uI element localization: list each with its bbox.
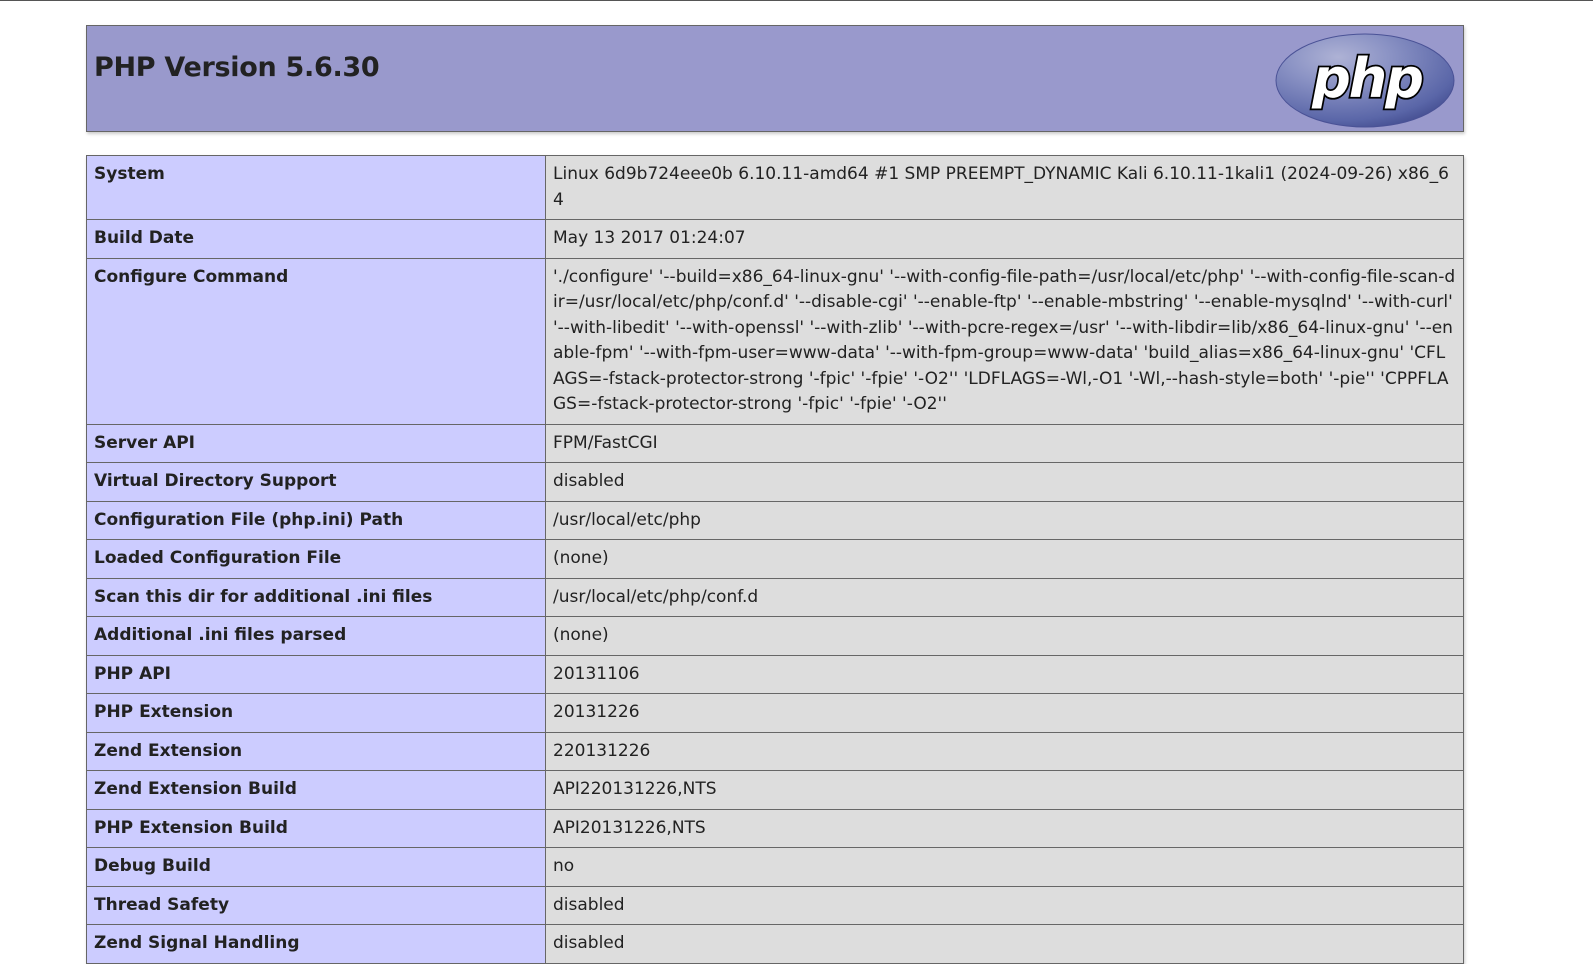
- row-value: './configure' '--build=x86_64-linux-gnu'…: [545, 257, 1464, 425]
- table-row: PHP Extension Build API20131226,NTS: [86, 808, 1464, 848]
- row-value: API20131226,NTS: [545, 808, 1464, 848]
- row-value: /usr/local/etc/php/conf.d: [545, 577, 1464, 617]
- row-label: Configure Command: [86, 257, 546, 425]
- php-logo-icon[interactable]: php: [1275, 33, 1455, 128]
- table-row: PHP Extension 20131226: [86, 693, 1464, 733]
- row-value: /usr/local/etc/php: [545, 500, 1464, 540]
- table-row: Thread Safety disabled: [86, 885, 1464, 925]
- table-row: Zend Extension 220131226: [86, 731, 1464, 771]
- row-value: no: [545, 847, 1464, 887]
- row-label: Zend Signal Handling: [86, 924, 546, 964]
- row-label: Additional .ini files parsed: [86, 616, 546, 656]
- row-value: 20131106: [545, 654, 1464, 694]
- table-row: Scan this dir for additional .ini files /…: [86, 577, 1464, 617]
- table-row: Zend Signal Handling disabled: [86, 924, 1464, 964]
- row-value: FPM/FastCGI: [545, 423, 1464, 463]
- row-value: disabled: [545, 462, 1464, 502]
- row-label: Zend Extension: [86, 731, 546, 771]
- php-logo-svg: php: [1275, 33, 1455, 128]
- row-label: Thread Safety: [86, 885, 546, 925]
- table-row: Build Date May 13 2017 01:24:07: [86, 219, 1464, 259]
- row-label: PHP Extension: [86, 693, 546, 733]
- row-value: disabled: [545, 924, 1464, 964]
- page-title: PHP Version 5.6.30: [94, 52, 380, 83]
- table-row: Configuration File (php.ini) Path/usr/lo…: [86, 500, 1464, 540]
- row-label: Configuration File (php.ini) Path: [86, 500, 546, 540]
- row-value: (none): [545, 616, 1464, 656]
- php-info-table: System Linux 6d9b724eee0b 6.10.11-amd64 #…: [86, 155, 1464, 964]
- table-row: Loaded Configuration File (none): [86, 539, 1464, 579]
- row-label: Zend Extension Build: [86, 770, 546, 810]
- row-label: PHP Extension Build: [86, 808, 546, 848]
- row-value: disabled: [545, 885, 1464, 925]
- table-row: System Linux 6d9b724eee0b 6.10.11-amd64 #…: [86, 155, 1464, 220]
- row-label: System: [86, 155, 546, 220]
- row-value: 20131226: [545, 693, 1464, 733]
- table-row: Additional .ini files parsed (none): [86, 616, 1464, 656]
- php-logo-text: php: [1311, 47, 1422, 110]
- row-label: Virtual Directory Support: [86, 462, 546, 502]
- row-label: Debug Build: [86, 847, 546, 887]
- table-row: PHP API 20131106: [86, 654, 1464, 694]
- row-label: Build Date: [86, 219, 546, 259]
- table-row: Configure Command './configure' '--build=…: [86, 257, 1464, 425]
- table-row: Virtual Directory Support disabled: [86, 462, 1464, 502]
- row-label: Loaded Configuration File: [86, 539, 546, 579]
- php-info-table-body: System Linux 6d9b724eee0b 6.10.11-amd64 #…: [86, 155, 1464, 964]
- table-row: Debug Build no: [86, 847, 1464, 887]
- table-row: Zend Extension Build API220131226,NTS: [86, 770, 1464, 810]
- row-value: Linux 6d9b724eee0b 6.10.11-amd64 #1 SMP …: [545, 155, 1464, 220]
- phpinfo-page: PHP Version 5.6.30 php System Linux 6d9b7…: [86, 25, 1464, 964]
- row-value: May 13 2017 01:24:07: [545, 219, 1464, 259]
- row-label: Server API: [86, 423, 546, 463]
- row-label: PHP API: [86, 654, 546, 694]
- table-row: Server API FPM/FastCGI: [86, 423, 1464, 463]
- row-value: 220131226: [545, 731, 1464, 771]
- row-value: API220131226,NTS: [545, 770, 1464, 810]
- row-value: (none): [545, 539, 1464, 579]
- row-label: Scan this dir for additional .ini files: [86, 577, 546, 617]
- php-version-header: PHP Version 5.6.30 php: [86, 25, 1464, 132]
- top-border-line: [0, 0, 1593, 1]
